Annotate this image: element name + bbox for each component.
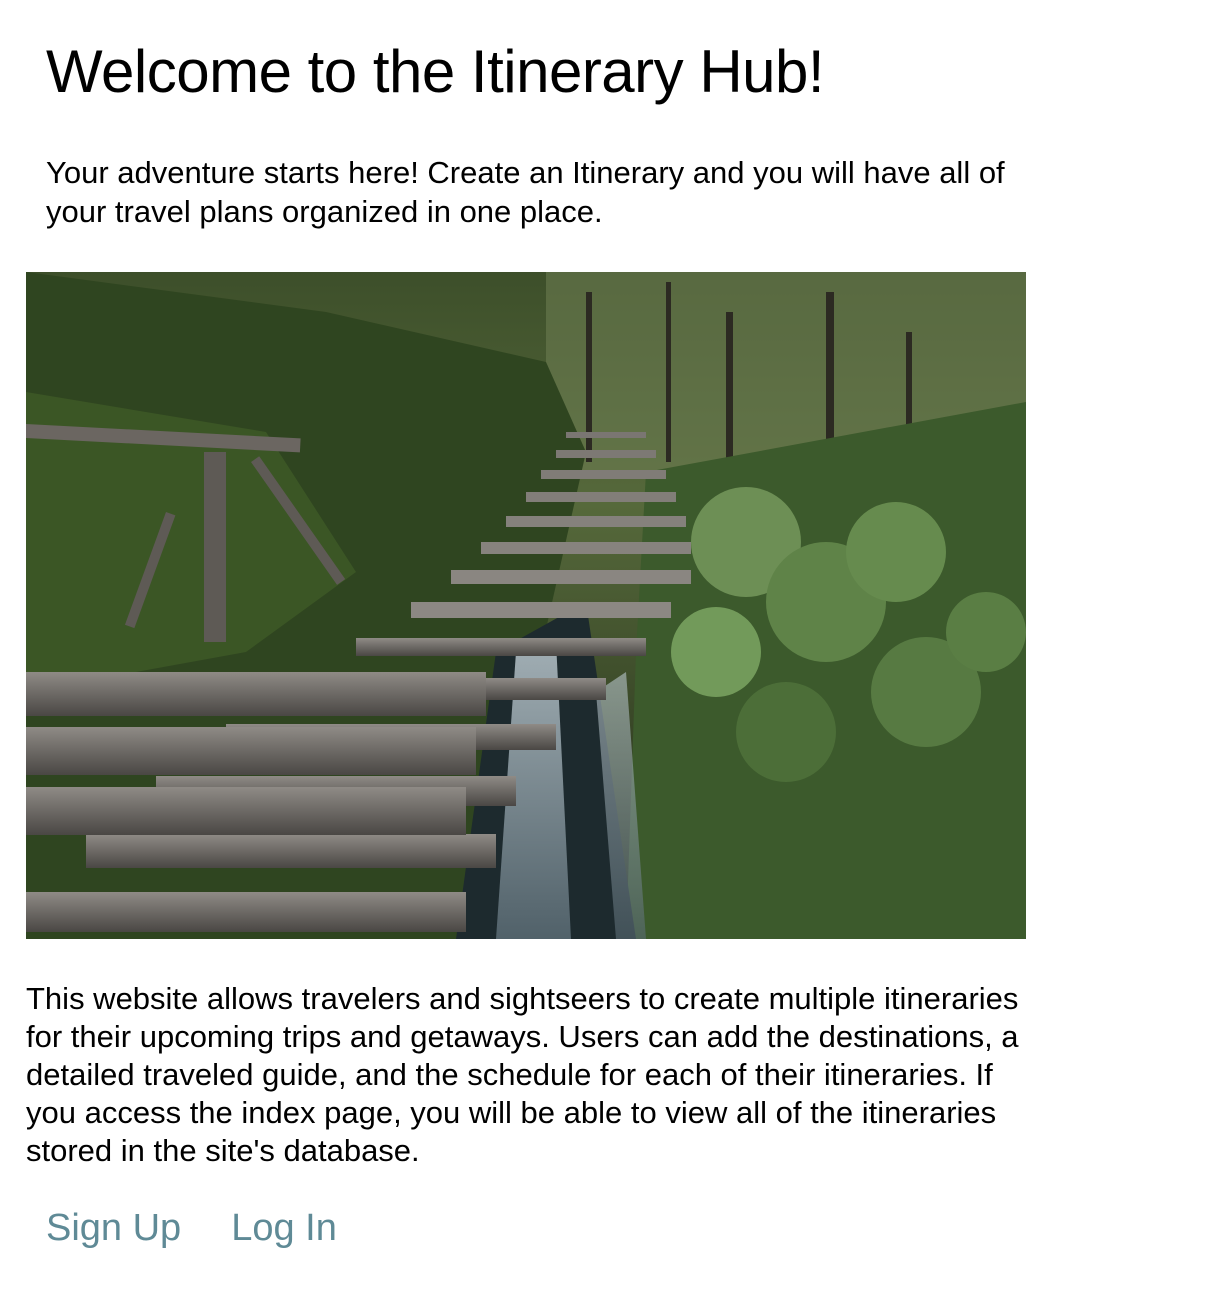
log-in-link[interactable]: Log In: [231, 1204, 337, 1252]
sign-up-link[interactable]: Sign Up: [46, 1204, 181, 1252]
page-title: Welcome to the Itinerary Hub!: [46, 38, 825, 105]
site-description: This website allows travelers and sights…: [26, 981, 1019, 1168]
tagline: Your adventure starts here! Create an It…: [46, 155, 1005, 229]
auth-links: Sign Up Log In: [46, 1204, 337, 1252]
hero-image: [26, 272, 1026, 939]
